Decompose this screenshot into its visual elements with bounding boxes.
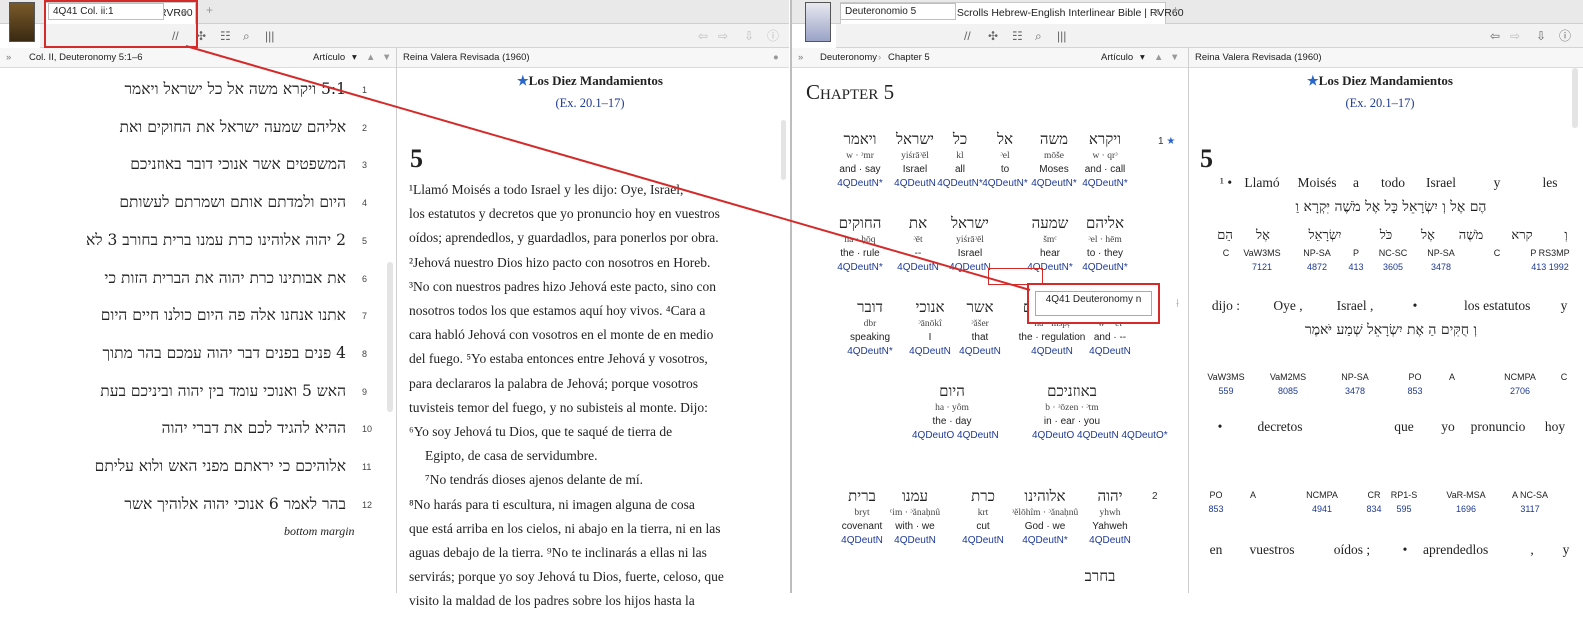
interlinear-gloss [1060,600,1140,614]
interlinear-source[interactable] [1060,614,1140,628]
rvr-text-line: visito la maldad de los padres sobre los… [409,593,695,609]
callout-connector-line [185,45,1031,291]
callout-line [185,45,1031,291]
